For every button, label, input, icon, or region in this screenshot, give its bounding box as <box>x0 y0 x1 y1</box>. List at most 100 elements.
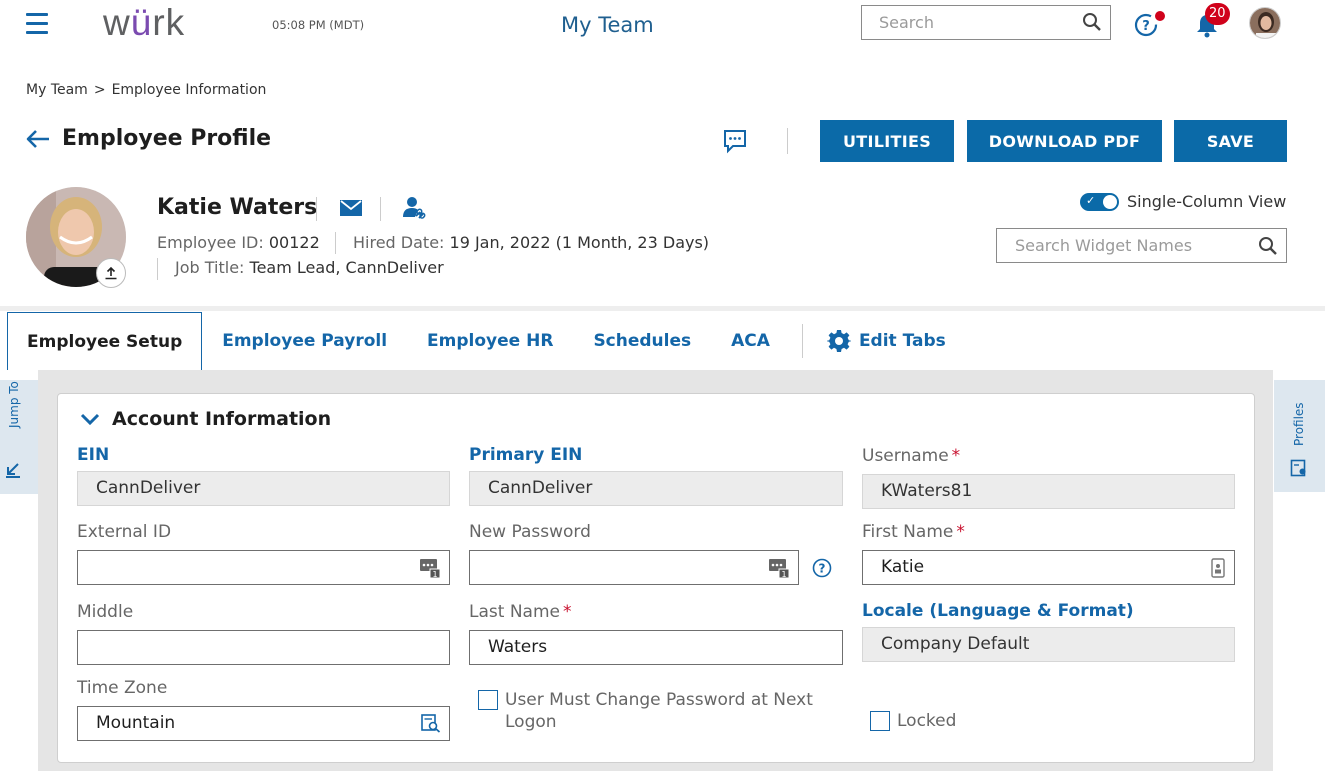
first-name-input[interactable] <box>881 551 1182 583</box>
external-id-field: 1 <box>77 550 450 585</box>
card-title: Account Information <box>112 408 332 430</box>
job-divider <box>157 258 158 280</box>
edit-tabs-label: Edit Tabs <box>858 331 946 351</box>
tab-employee-payroll[interactable]: Employee Payroll <box>202 312 407 370</box>
tab-bar: Employee Setup Employee Payroll Employee… <box>7 312 958 370</box>
svg-text:1: 1 <box>432 570 437 579</box>
search-icon[interactable] <box>1082 12 1102 32</box>
job-title: Team Lead, CannDeliver <box>249 258 444 277</box>
profile-settings-icon <box>1290 459 1306 477</box>
single-column-toggle[interactable]: ✓ <box>1080 193 1119 211</box>
svg-text:?: ? <box>819 562 826 576</box>
jump-to-label: Jump To <box>7 381 21 428</box>
hired-date: 19 Jan, 2022 (1 Month, 23 Days) <box>449 233 710 252</box>
employee-name: Katie Waters <box>157 195 318 220</box>
notification-badge: 20 <box>1205 3 1230 25</box>
password-help-icon[interactable]: ? <box>812 558 832 578</box>
check-icon: ✓ <box>1086 194 1096 207</box>
search-icon[interactable] <box>1258 236 1278 256</box>
account-information-header[interactable]: Account Information <box>80 408 331 430</box>
ein-field: CannDeliver <box>77 471 450 506</box>
help-alert-dot <box>1153 9 1167 23</box>
employee-id-line: Employee ID: 00122 <box>157 233 320 252</box>
first-name-field <box>862 550 1235 585</box>
external-id-input[interactable] <box>96 551 397 583</box>
tab-aca[interactable]: ACA <box>711 312 790 370</box>
employee-id: 00122 <box>268 233 320 252</box>
widget-search <box>996 228 1287 263</box>
lookup-icon[interactable] <box>421 713 441 733</box>
required-mark: * <box>956 522 965 542</box>
new-password-field: 1 <box>469 550 799 585</box>
username-label: Username * <box>862 446 961 466</box>
global-search-input[interactable] <box>862 6 1072 39</box>
wurk-logo[interactable]: würk <box>103 2 185 44</box>
middle-input[interactable] <box>96 631 397 663</box>
global-search <box>861 5 1111 40</box>
tab-separator <box>0 306 1325 311</box>
utilities-button[interactable]: UTILITIES <box>820 120 954 162</box>
svg-text:?: ? <box>1142 19 1150 34</box>
header-divider <box>787 128 788 154</box>
download-pdf-button[interactable]: DOWNLOAD PDF <box>967 120 1162 162</box>
primary-ein-label: Primary EIN <box>469 445 583 465</box>
must-change-password-label: User Must Change Password at Next Logon <box>505 690 813 732</box>
info-divider <box>335 232 336 254</box>
edit-tabs-button[interactable]: Edit Tabs <box>815 329 958 353</box>
hired-date-line: Hired Date: 19 Jan, 2022 (1 Month, 23 Da… <box>353 233 710 252</box>
hamburger-menu-icon[interactable] <box>26 13 48 37</box>
profiles-rail[interactable]: Profiles <box>1274 380 1325 492</box>
svg-text:1: 1 <box>781 570 786 579</box>
profiles-label: Profiles <box>1292 402 1306 446</box>
tab-divider <box>801 324 803 358</box>
tab-employee-hr[interactable]: Employee HR <box>407 312 573 370</box>
last-name-field <box>469 630 843 665</box>
id-card-icon[interactable] <box>1210 557 1226 579</box>
username-field: KWaters81 <box>862 474 1235 509</box>
breadcrumb: My Team > Employee Information <box>26 82 266 98</box>
ein-label: EIN <box>77 445 110 465</box>
page-header: Employee Profile <box>26 126 271 151</box>
name-divider <box>316 197 317 221</box>
must-change-password-checkbox[interactable] <box>478 690 498 710</box>
tab-schedules[interactable]: Schedules <box>573 312 711 370</box>
locale-label: Locale (Language & Format) <box>862 601 1134 621</box>
locked-label: Locked <box>897 711 957 731</box>
jump-arrow-icon <box>6 463 20 478</box>
locale-field: Company Default <box>862 627 1235 662</box>
chevron-down-icon <box>80 413 100 426</box>
top-bar: würk 05:08 PM (MDT) My Team ? 20 <box>0 0 1325 52</box>
mail-icon[interactable] <box>339 199 363 217</box>
first-name-label: First Name * <box>862 522 965 542</box>
new-password-label: New Password <box>469 522 591 542</box>
current-time: 05:08 PM (MDT) <box>272 18 365 32</box>
last-name-label: Last Name * <box>469 602 572 622</box>
comment-icon[interactable] <box>722 128 748 154</box>
upload-photo-button[interactable] <box>96 258 126 288</box>
middle-label: Middle <box>77 602 134 622</box>
widget-search-input[interactable] <box>997 229 1247 262</box>
user-link-icon[interactable] <box>401 195 429 221</box>
required-mark: * <box>951 446 961 466</box>
time-zone-field <box>77 706 450 741</box>
jump-to-rail[interactable]: Jump To <box>0 380 38 494</box>
page-title: Employee Profile <box>62 126 272 151</box>
save-button[interactable]: SAVE <box>1174 120 1287 162</box>
new-password-input[interactable] <box>488 551 752 583</box>
upload-icon <box>105 266 117 280</box>
tab-employee-setup[interactable]: Employee Setup <box>7 312 203 370</box>
last-name-input[interactable] <box>488 631 789 663</box>
breadcrumb-my-team[interactable]: My Team <box>26 82 88 98</box>
time-zone-input[interactable] <box>96 707 397 739</box>
user-avatar[interactable] <box>1249 7 1281 39</box>
gear-icon <box>826 330 851 352</box>
back-arrow-icon[interactable] <box>26 129 50 149</box>
required-mark: * <box>562 602 572 622</box>
time-zone-label: Time Zone <box>77 678 168 698</box>
password-field-icon[interactable]: 1 <box>419 557 441 579</box>
primary-ein-field: CannDeliver <box>469 471 843 506</box>
password-field-icon[interactable]: 1 <box>768 557 790 579</box>
breadcrumb-separator: > <box>93 82 106 98</box>
locked-checkbox[interactable] <box>870 711 890 731</box>
external-id-label: External ID <box>77 522 172 542</box>
